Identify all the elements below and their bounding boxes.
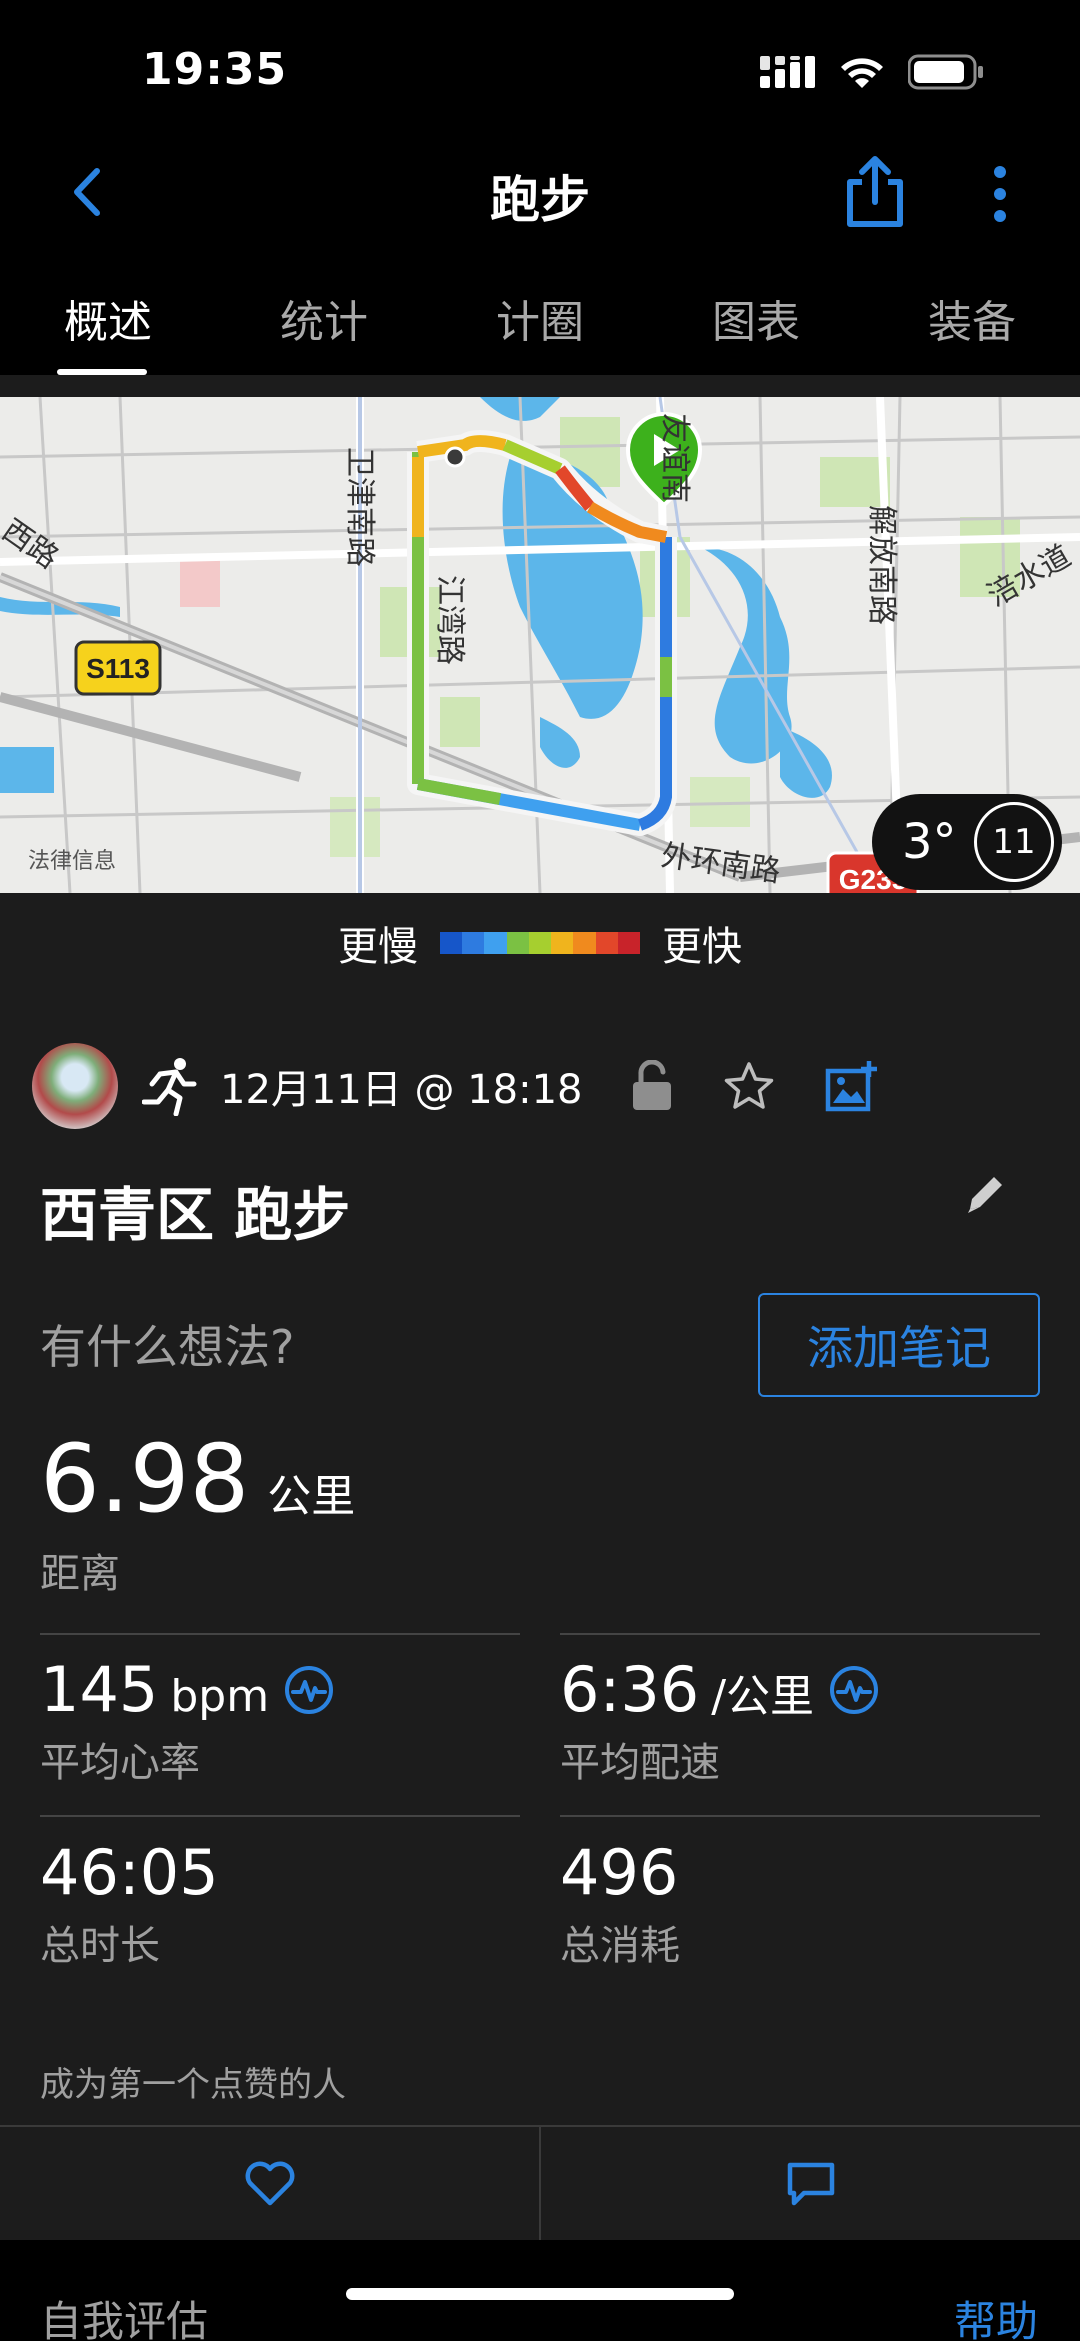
- share-icon: [847, 156, 903, 227]
- pace-stat: 6:36 /公里 平均配速: [560, 1653, 880, 1788]
- status-time: 19:35: [142, 44, 288, 95]
- svg-text:S113: S113: [86, 653, 150, 684]
- distance-stat: 6.98 公里: [40, 1425, 355, 1534]
- pace-color-swatch: [506, 932, 529, 954]
- activity-summary: 12月11日 @ 18:18 西青区 跑步 有什么想法? 添加笔记 6.98 公…: [0, 993, 1080, 2125]
- cellular-signal-icon: [760, 56, 815, 88]
- unlock-icon[interactable]: [631, 1060, 673, 1112]
- home-indicator: [346, 2288, 734, 2300]
- pace-color-swatch: [462, 932, 485, 954]
- pace-label: 平均配速: [560, 1740, 720, 1786]
- heart-rate-value: 145: [40, 1653, 159, 1726]
- duration-label: 总时长: [40, 1923, 160, 1969]
- pace-color-swatch: [551, 932, 574, 954]
- distance-label: 距离: [40, 1551, 120, 1597]
- heart-rate-sensor-icon: [285, 1665, 334, 1714]
- tab-laps[interactable]: 计圈: [432, 260, 648, 375]
- pace-color-scale: [440, 932, 640, 954]
- share-button[interactable]: [840, 154, 910, 228]
- star-icon[interactable]: [723, 1061, 775, 1111]
- duration-value: 46:05: [40, 1836, 219, 1909]
- heart-rate-label: 平均心率: [40, 1740, 200, 1786]
- legend-faster-label: 更快: [662, 924, 742, 970]
- distance-unit: 公里: [267, 1471, 356, 1522]
- map-legal-link[interactable]: 法律信息: [28, 843, 116, 875]
- calories-stat: 496 总消耗: [560, 1836, 680, 1971]
- pace-sensor-icon: [830, 1665, 879, 1714]
- pace-color-swatch: [573, 932, 596, 954]
- divider: [560, 1633, 1040, 1635]
- tab-gear[interactable]: 装备: [864, 260, 1080, 375]
- weather-badge: 3° 11: [872, 794, 1062, 890]
- tab-separator: [0, 375, 1080, 397]
- pace-color-swatch: [617, 932, 640, 954]
- pace-unit: /公里: [711, 1671, 815, 1722]
- page-title: 跑步: [490, 171, 590, 229]
- pace-color-swatch: [440, 932, 463, 954]
- battery-icon: [908, 54, 983, 90]
- weather-wind-speed: 11: [974, 802, 1054, 882]
- thoughts-prompt: 有什么想法?: [40, 1320, 295, 1374]
- comment-icon: [787, 2162, 834, 2205]
- calories-value: 496: [560, 1836, 679, 1909]
- pace-color-swatch: [528, 932, 552, 954]
- s113-road-sign: S113: [74, 640, 162, 696]
- route-map[interactable]: S113 G235 卫津南路 江湾路 友谊南 解放南路 涪水道 西路 外环南路 …: [0, 397, 1080, 893]
- bottom-section: 自我评估 帮助: [0, 2240, 1080, 2341]
- svg-text:友谊南: 友谊南: [657, 413, 692, 503]
- add-note-button[interactable]: 添加笔记: [758, 1293, 1040, 1397]
- calories-label: 总消耗: [560, 1923, 680, 1969]
- likes-prompt: 成为第一个点赞的人: [40, 2065, 346, 2105]
- activity-title: 西青区 跑步: [40, 1181, 351, 1249]
- pace-color-swatch: [484, 932, 507, 954]
- svg-text:解放南路: 解放南路: [864, 505, 899, 625]
- svg-text:卫津南路: 卫津南路: [342, 447, 377, 567]
- legend-slower-label: 更慢: [338, 924, 418, 970]
- activity-meta-row: 12月11日 @ 18:18: [32, 1043, 879, 1129]
- status-bar: 19:35: [0, 0, 1080, 140]
- status-icons: [760, 54, 984, 90]
- pace-legend: 更慢 更快: [0, 893, 1080, 993]
- heart-icon: [245, 2161, 294, 2205]
- svg-text:外环南路: 外环南路: [659, 838, 783, 889]
- tab-overview[interactable]: 概述: [0, 260, 216, 375]
- activity-date: 12月11日 @ 18:18: [220, 1067, 583, 1113]
- divider: [560, 1815, 1040, 1817]
- running-icon: [142, 1058, 197, 1116]
- vertical-ellipsis-icon: [994, 166, 1006, 222]
- like-button[interactable]: [0, 2127, 539, 2240]
- tab-stats[interactable]: 统计: [216, 260, 432, 375]
- edit-pencil-icon[interactable]: [964, 1171, 1008, 1215]
- add-photo-icon[interactable]: [825, 1059, 879, 1113]
- svg-text:江湾路: 江湾路: [432, 575, 467, 665]
- pace-color-swatch: [595, 932, 618, 954]
- weather-temperature: 3°: [902, 814, 957, 870]
- wifi-icon: [841, 58, 883, 88]
- comment-button[interactable]: [539, 2127, 1080, 2240]
- help-link[interactable]: 帮助: [954, 2288, 1038, 2341]
- action-bar: [0, 2125, 1080, 2240]
- tab-bar: 概述 统计 计圈 图表 装备: [0, 260, 1080, 375]
- distance-value: 6.98: [40, 1425, 250, 1534]
- more-options-button[interactable]: [980, 164, 1020, 224]
- avatar[interactable]: [32, 1043, 118, 1129]
- duration-stat: 46:05 总时长: [40, 1836, 219, 1971]
- pace-value: 6:36: [560, 1653, 700, 1726]
- heart-rate-stat: 145 bpm 平均心率: [40, 1653, 335, 1788]
- svg-text:西路: 西路: [0, 513, 65, 576]
- divider: [40, 1633, 520, 1635]
- heart-rate-unit: bpm: [170, 1671, 270, 1722]
- tab-charts[interactable]: 图表: [648, 260, 864, 375]
- divider: [40, 1815, 520, 1817]
- self-evaluation-heading: 自我评估: [40, 2297, 209, 2341]
- nav-bar: 跑步: [0, 140, 1080, 260]
